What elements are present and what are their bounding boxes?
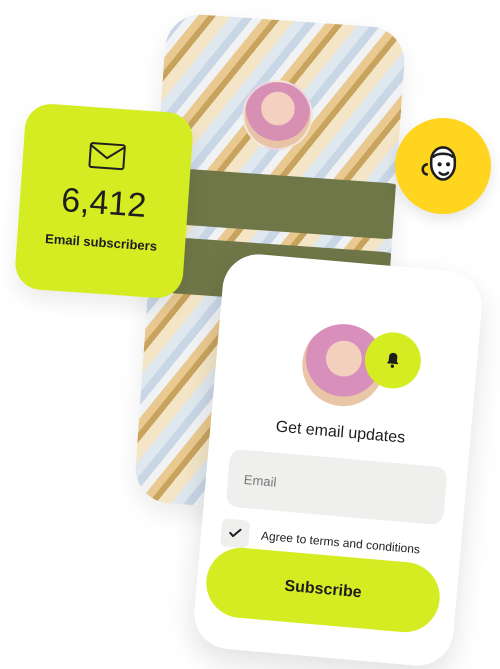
mailchimp-badge xyxy=(395,118,491,214)
mail-icon xyxy=(88,142,126,171)
olive-bar-1 xyxy=(152,166,407,241)
subscriber-label: Email subscribers xyxy=(44,231,158,254)
mailchimp-icon xyxy=(421,146,457,181)
form-title: Get email updates xyxy=(274,418,406,447)
marketing-illustration: 6,412 Email subscribers Get email update… xyxy=(0,0,500,669)
subscriber-count: 6,412 xyxy=(60,181,148,225)
avatar-small xyxy=(240,77,315,153)
email-field[interactable] xyxy=(225,448,448,526)
terms-checkbox[interactable] xyxy=(220,518,251,549)
bell-icon xyxy=(386,352,399,368)
check-icon xyxy=(229,528,242,538)
subscriber-stats-card: 6,412 Email subscribers xyxy=(13,102,195,300)
